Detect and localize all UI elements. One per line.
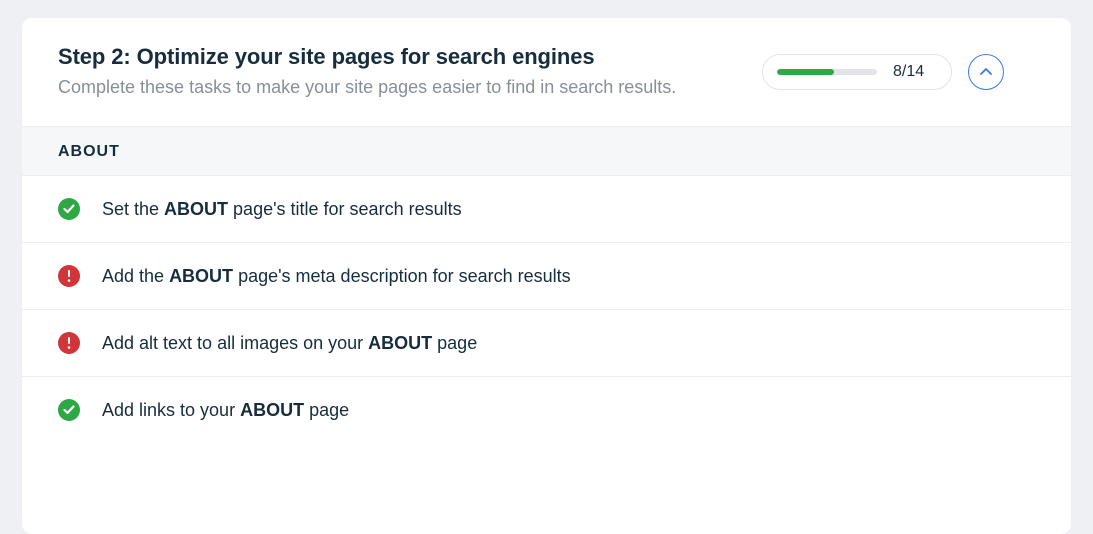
step-title: Step 2: Optimize your site pages for sea… bbox=[58, 44, 738, 70]
alert-icon bbox=[58, 265, 80, 287]
task-text: Add links to your ABOUT page bbox=[102, 400, 349, 421]
check-icon bbox=[58, 399, 80, 421]
task-row[interactable]: Add links to your ABOUT page bbox=[22, 377, 1071, 443]
task-row[interactable]: Add alt text to all images on your ABOUT… bbox=[22, 310, 1071, 377]
task-row[interactable]: Set the ABOUT page's title for search re… bbox=[22, 176, 1071, 243]
collapse-button[interactable] bbox=[968, 54, 1004, 90]
card-header: Step 2: Optimize your site pages for sea… bbox=[22, 18, 1071, 126]
progress-label: 8/14 bbox=[893, 63, 924, 81]
task-text: Add alt text to all images on your ABOUT… bbox=[102, 333, 477, 354]
task-list: Set the ABOUT page's title for search re… bbox=[22, 176, 1071, 534]
task-text: Set the ABOUT page's title for search re… bbox=[102, 199, 462, 220]
chevron-up-icon bbox=[980, 68, 992, 76]
task-text: Add the ABOUT page's meta description fo… bbox=[102, 266, 571, 287]
check-icon bbox=[58, 198, 80, 220]
header-right: 8/14 bbox=[762, 54, 1004, 90]
step-card: Step 2: Optimize your site pages for sea… bbox=[22, 18, 1071, 534]
progress-fill bbox=[777, 69, 834, 75]
task-row[interactable]: Add the ABOUT page's meta description fo… bbox=[22, 243, 1071, 310]
header-text: Step 2: Optimize your site pages for sea… bbox=[58, 44, 738, 100]
step-subtitle: Complete these tasks to make your site p… bbox=[58, 74, 738, 100]
progress-pill: 8/14 bbox=[762, 54, 952, 90]
section-header: ABOUT bbox=[22, 126, 1071, 176]
alert-icon bbox=[58, 332, 80, 354]
progress-track bbox=[777, 69, 877, 75]
